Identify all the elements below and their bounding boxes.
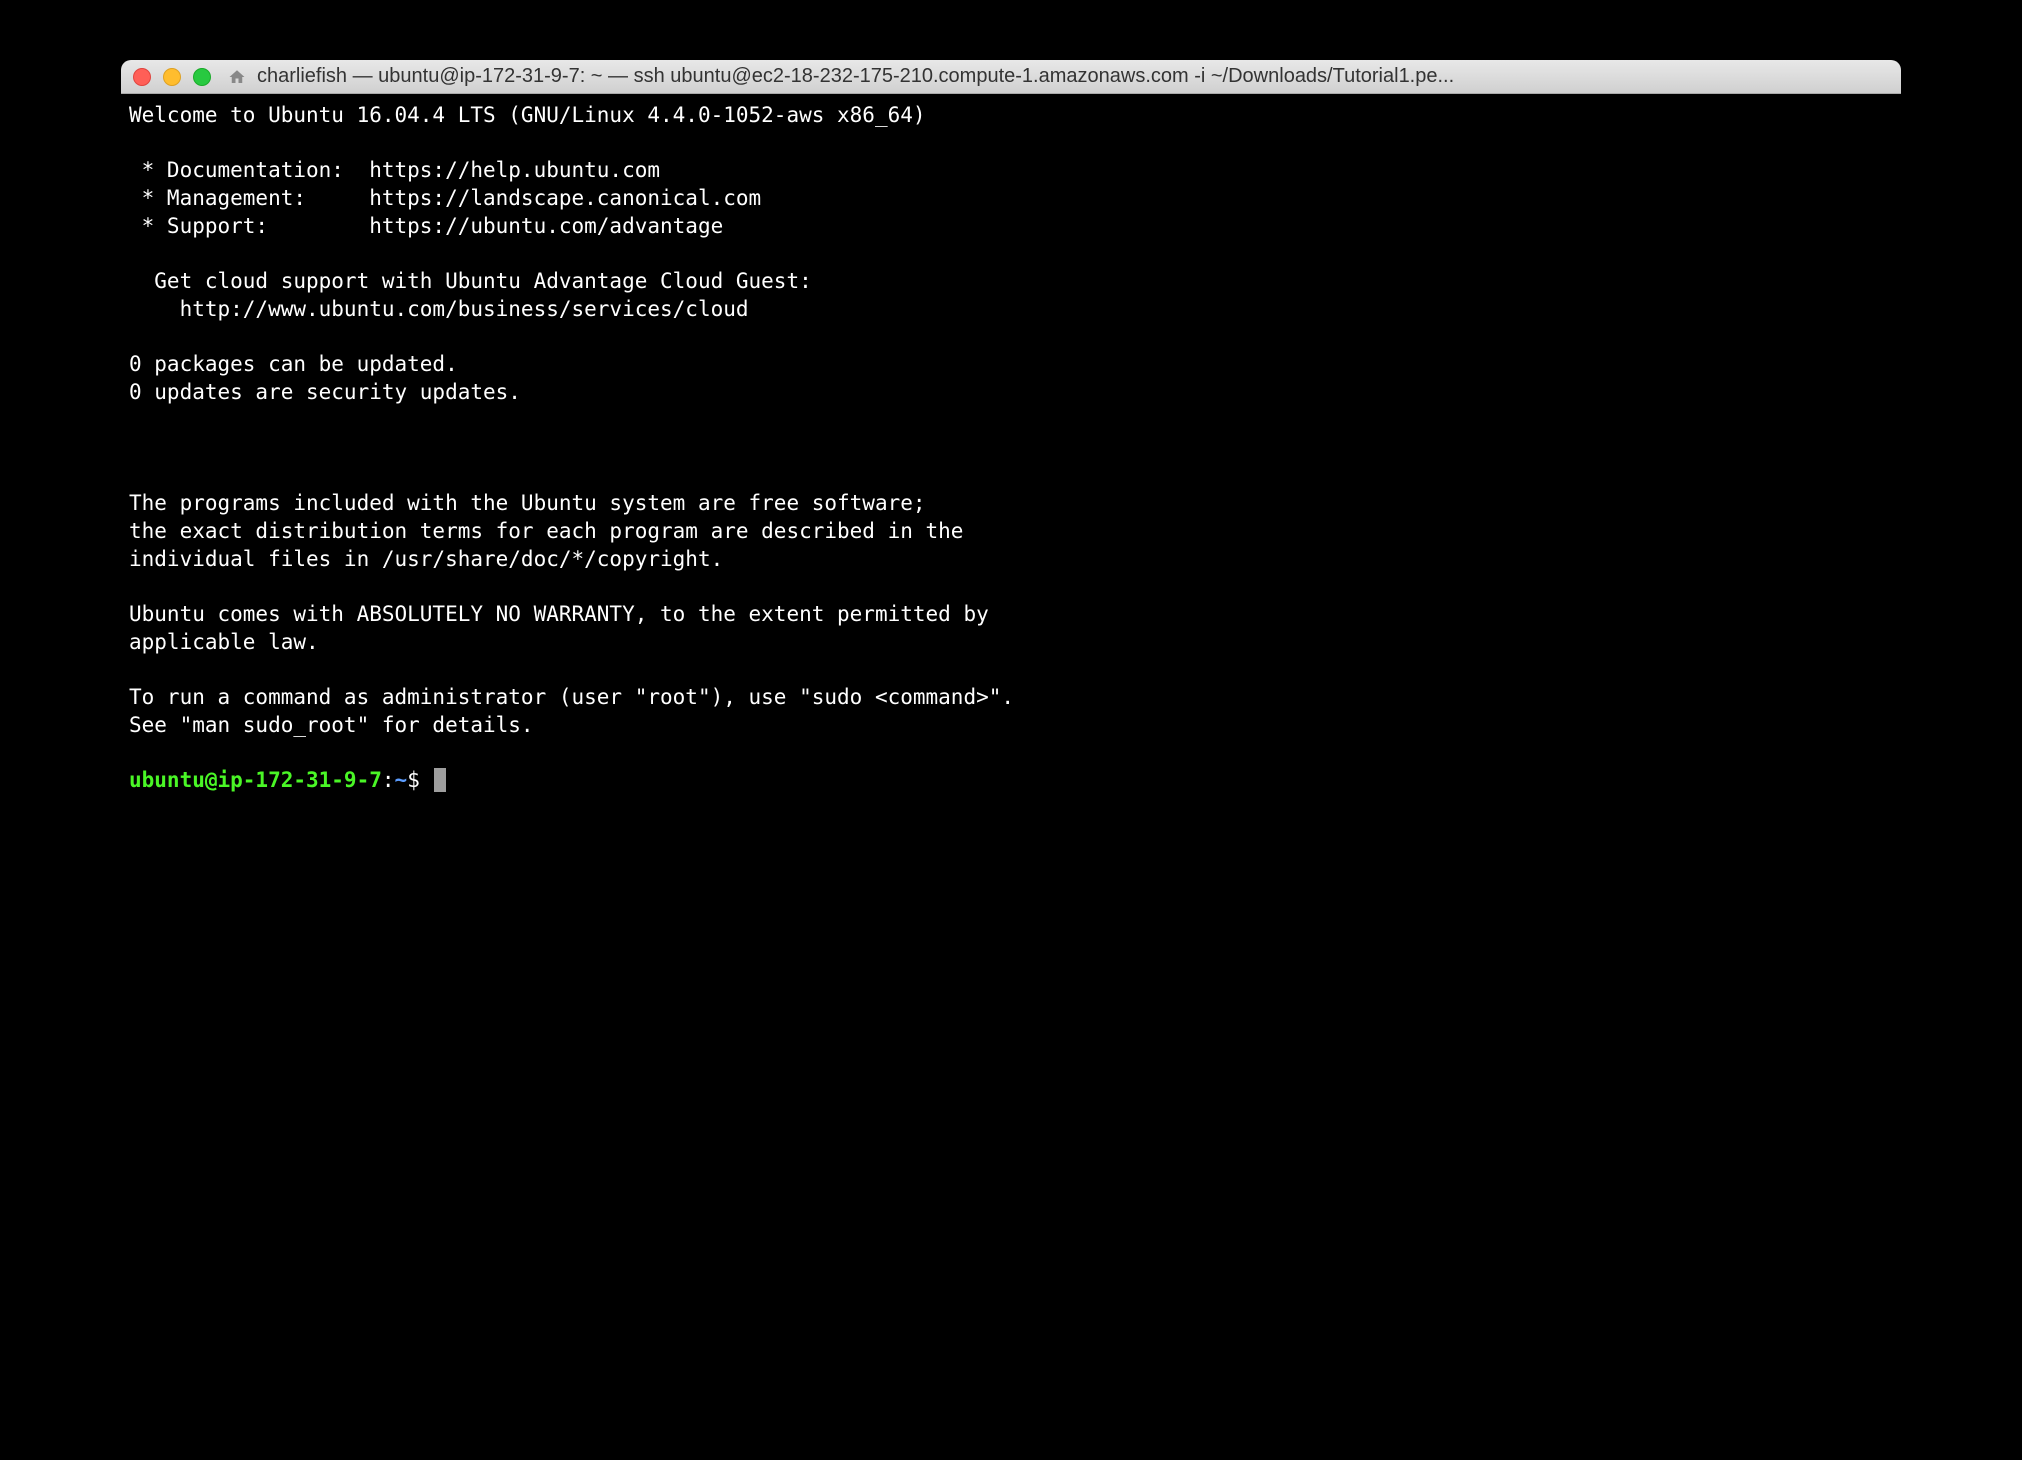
titlebar[interactable]: charliefish — ubuntu@ip-172-31-9-7: ~ — … bbox=[121, 60, 1901, 94]
motd-line: applicable law. bbox=[129, 630, 319, 654]
motd-line: the exact distribution terms for each pr… bbox=[129, 519, 963, 543]
prompt-path: ~ bbox=[395, 768, 408, 792]
window-title: charliefish — ubuntu@ip-172-31-9-7: ~ — … bbox=[257, 65, 1889, 88]
traffic-lights bbox=[133, 68, 211, 86]
terminal-content[interactable]: Welcome to Ubuntu 16.04.4 LTS (GNU/Linux… bbox=[121, 94, 1901, 1300]
motd-line: 0 packages can be updated. bbox=[129, 352, 458, 376]
maximize-button[interactable] bbox=[193, 68, 211, 86]
terminal-window: charliefish — ubuntu@ip-172-31-9-7: ~ — … bbox=[121, 60, 1901, 1300]
motd-line: 0 updates are security updates. bbox=[129, 380, 521, 404]
motd-line: The programs included with the Ubuntu sy… bbox=[129, 491, 926, 515]
prompt-user-host: ubuntu@ip-172-31-9-7 bbox=[129, 768, 382, 792]
motd-line: Welcome to Ubuntu 16.04.4 LTS (GNU/Linux… bbox=[129, 103, 926, 127]
close-button[interactable] bbox=[133, 68, 151, 86]
motd-line: http://www.ubuntu.com/business/services/… bbox=[129, 297, 749, 321]
motd-line: * Documentation: https://help.ubuntu.com bbox=[129, 158, 660, 182]
home-icon bbox=[227, 67, 247, 87]
prompt-colon: : bbox=[382, 768, 395, 792]
motd-line: * Management: https://landscape.canonica… bbox=[129, 186, 761, 210]
prompt-dollar: $ bbox=[407, 768, 432, 792]
motd-line: individual files in /usr/share/doc/*/cop… bbox=[129, 547, 723, 571]
motd-line: Ubuntu comes with ABSOLUTELY NO WARRANTY… bbox=[129, 602, 989, 626]
motd-line: * Support: https://ubuntu.com/advantage bbox=[129, 214, 723, 238]
motd-line: See "man sudo_root" for details. bbox=[129, 713, 534, 737]
motd-line: Get cloud support with Ubuntu Advantage … bbox=[129, 269, 812, 293]
motd-line: To run a command as administrator (user … bbox=[129, 685, 1014, 709]
minimize-button[interactable] bbox=[163, 68, 181, 86]
cursor bbox=[434, 768, 446, 792]
